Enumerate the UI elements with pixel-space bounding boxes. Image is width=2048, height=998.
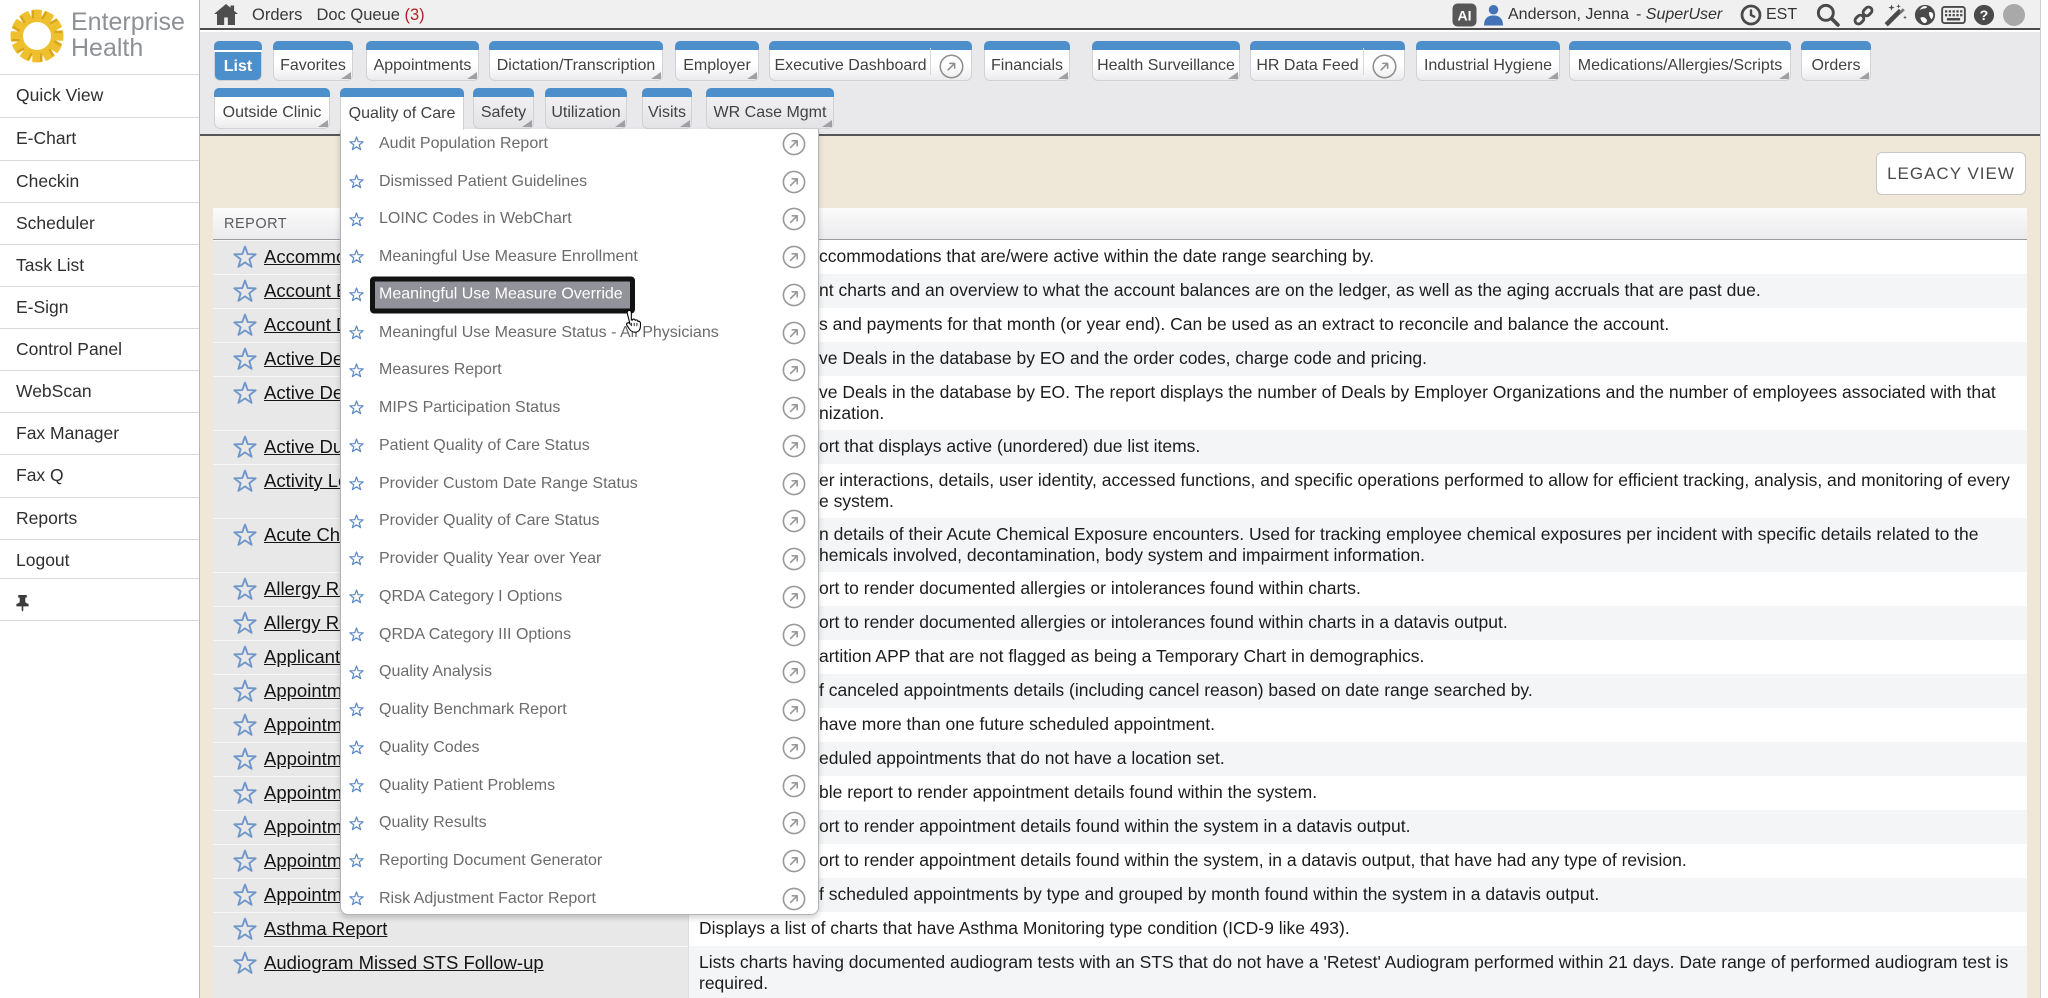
svg-text:?: ?: [1980, 8, 1989, 24]
svg-text:AI: AI: [1458, 8, 1472, 24]
